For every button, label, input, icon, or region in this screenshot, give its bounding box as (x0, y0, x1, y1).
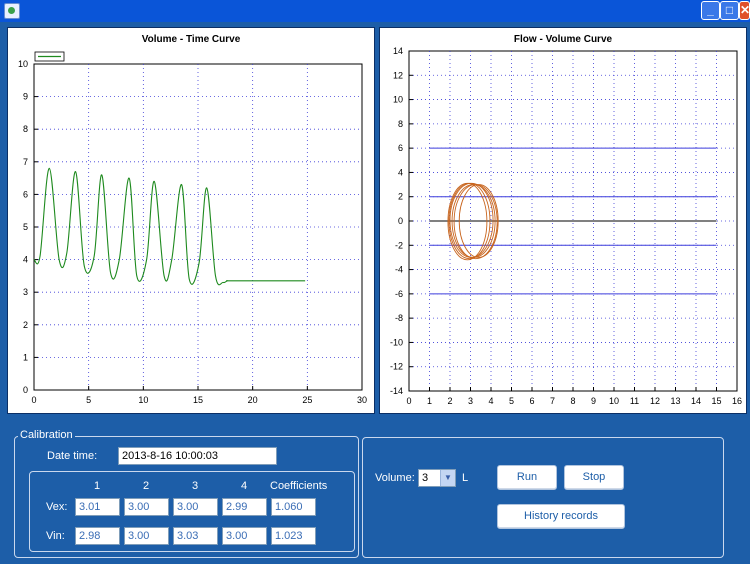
y-tick-label: 6 (23, 189, 28, 199)
controls-group (362, 437, 724, 558)
x-tick-label: 2 (447, 396, 452, 406)
app-icon (4, 3, 20, 19)
volume-select-value: 3 (422, 472, 429, 484)
x-tick-label: 5 (86, 395, 91, 405)
volume-label: Volume: (375, 472, 415, 484)
date-time-label: Date time: (47, 450, 98, 462)
y-tick-label: -10 (390, 337, 403, 347)
x-tick-label: 5 (509, 396, 514, 406)
volume-unit-label: L (462, 472, 469, 484)
vex-value-2[interactable]: 3.00 (124, 498, 169, 516)
flow-volume-chart: 0 1 2 3 4 5 6 7 8 9 10 11 12 13 14 15 1614121086420-2-4-… (390, 46, 742, 406)
y-tick-label: -2 (395, 240, 403, 250)
y-tick-label: 0 (23, 385, 28, 395)
column-header-4: 4 (241, 480, 248, 492)
y-tick-label: 1 (23, 352, 28, 362)
flow-volume-panel: Flow - Volume Curve 0 1 2 3 4 5 6 7 8 9 10 11 12 13 14… (379, 27, 747, 414)
x-tick-label: 30 (357, 395, 367, 405)
close-button[interactable]: ✕ (739, 1, 750, 20)
y-tick-label: 4 (398, 167, 403, 177)
x-tick-label: 1 (427, 396, 432, 406)
vin-value-2[interactable]: 3.00 (124, 527, 169, 545)
vin-coefficient[interactable]: 1.023 (271, 527, 316, 545)
y-tick-label: 8 (23, 124, 28, 134)
vex-value-4[interactable]: 2.99 (222, 498, 267, 516)
x-tick-label: 13 (670, 396, 680, 406)
vex-value-3[interactable]: 3.00 (173, 498, 218, 516)
vin-value-1[interactable]: 2.98 (75, 527, 120, 545)
y-tick-label: 2 (23, 320, 28, 330)
x-tick-label: 20 (248, 395, 258, 405)
history-records-button[interactable]: History records (497, 504, 625, 529)
x-tick-label: 3 (468, 396, 473, 406)
column-header-2: 2 (143, 480, 150, 492)
x-tick-label: 4 (488, 396, 493, 406)
x-tick-label: 10 (138, 395, 148, 405)
y-tick-label: -8 (395, 313, 403, 323)
vin-value-4[interactable]: 3.00 (222, 527, 267, 545)
volume-select[interactable]: 3 ▼ (418, 469, 456, 487)
x-tick-label: 14 (691, 396, 701, 406)
x-tick-label: 0 (406, 396, 411, 406)
column-header-coefficients: Coefficients (270, 480, 328, 492)
x-tick-label: 9 (591, 396, 596, 406)
x-tick-label: 11 (630, 396, 639, 406)
x-tick-label: 25 (302, 395, 312, 405)
vin-value-3[interactable]: 3.03 (173, 527, 218, 545)
column-header-3: 3 (192, 480, 199, 492)
y-tick-label: 2 (398, 192, 403, 202)
vin-row-label: Vin: (46, 530, 65, 542)
x-tick-label: 8 (570, 396, 575, 406)
y-tick-label: 8 (398, 119, 403, 129)
x-tick-label: 0 (31, 395, 36, 405)
y-tick-label: -6 (395, 289, 403, 299)
y-tick-label: 12 (393, 70, 403, 80)
stop-button[interactable]: Stop (564, 465, 624, 490)
y-tick-label: 3 (23, 287, 28, 297)
vex-row-label: Vex: (46, 501, 68, 513)
run-button[interactable]: Run (497, 465, 557, 490)
y-tick-label: 9 (23, 92, 28, 102)
y-tick-label: 10 (18, 59, 28, 69)
x-tick-label: 10 (609, 396, 619, 406)
x-tick-label: 16 (732, 396, 742, 406)
x-tick-label: 15 (711, 396, 721, 406)
y-tick-label: 6 (398, 143, 403, 153)
y-tick-label: 5 (23, 222, 28, 232)
column-header-1: 1 (94, 480, 101, 492)
y-tick-label: 14 (393, 46, 403, 56)
maximize-button[interactable]: □ (720, 1, 739, 20)
y-tick-label: -4 (395, 265, 403, 275)
y-tick-label: 10 (393, 95, 403, 105)
x-tick-label: 15 (193, 395, 203, 405)
y-tick-label: -12 (390, 362, 403, 372)
x-tick-label: 6 (529, 396, 534, 406)
minimize-button[interactable]: _ (701, 1, 720, 20)
volume-time-panel: Volume - Time Curve 0 5 10 15 20 25 30 0 1 2 3 4 5 6 7… (7, 27, 375, 414)
y-tick-label: 0 (398, 216, 403, 226)
volume-time-chart: 0 5 10 15 20 25 30 0 1 2 3 4 5 6 7 8 9 10 (18, 51, 367, 405)
y-tick-label: 7 (23, 157, 28, 167)
x-tick-label: 12 (650, 396, 660, 406)
vex-coefficient[interactable]: 1.060 (271, 498, 316, 516)
vex-value-1[interactable]: 3.01 (75, 498, 120, 516)
x-tick-label: 7 (550, 396, 555, 406)
date-time-field[interactable]: 2013-8-16 10:00:03 (118, 447, 277, 465)
window-title-bar[interactable]: _ □ ✕ (0, 0, 750, 22)
chevron-down-icon[interactable]: ▼ (440, 470, 455, 486)
y-tick-label: -14 (390, 386, 403, 396)
y-tick-label: 4 (23, 255, 28, 265)
calibration-legend: Calibration (18, 429, 75, 441)
